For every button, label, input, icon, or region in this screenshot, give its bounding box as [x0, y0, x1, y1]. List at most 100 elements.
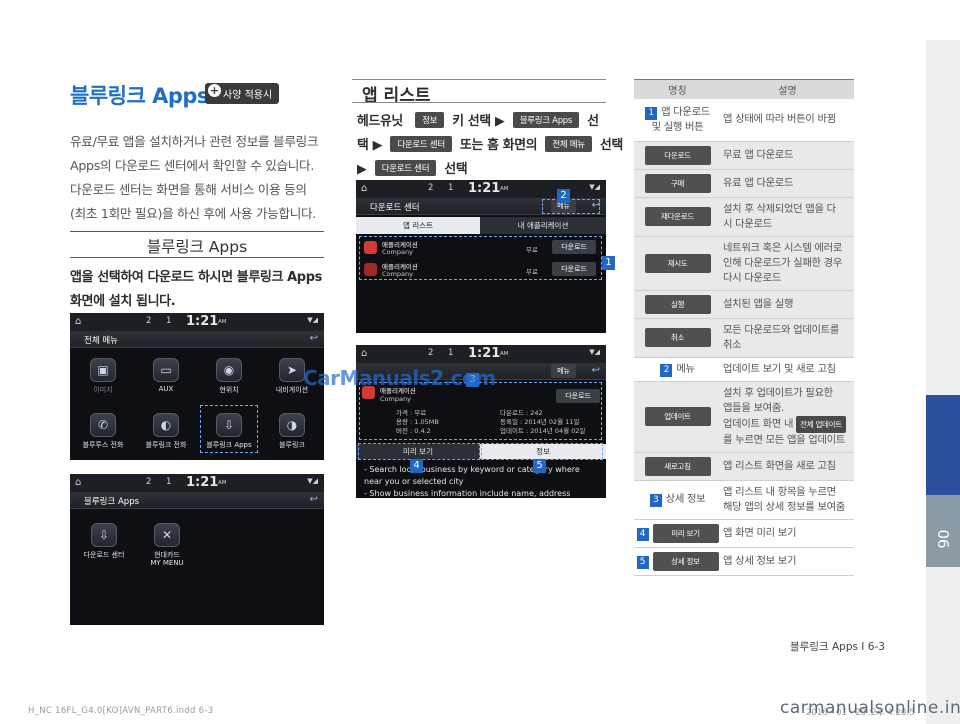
step-text: 헤드유닛 [357, 114, 403, 129]
menubar-title: 다운로드 센터 [370, 203, 420, 213]
row-name-text: 앱 다운로드 [661, 105, 710, 118]
chapter-tab [926, 395, 960, 495]
row-name-text: 상세 정보 [665, 493, 706, 505]
table-row: 5 상세 정보 앱 상세 정보 보기 [634, 547, 854, 576]
step-line-2: 택 ▶ 다운로드 센터 또는 홈 화면의 전체 메뉴 선택 [357, 134, 623, 153]
callout-5-label: 5 [636, 555, 649, 569]
chip-update: 업데이트 [644, 407, 711, 426]
back-icon: ↩ [309, 494, 318, 505]
menu-button[interactable]: 메뉴 [551, 364, 576, 378]
description-line-3: - Show business information include name… [364, 489, 571, 498]
highlight-list [359, 236, 602, 280]
row-desc: 무료 앱 다운로드 [721, 141, 854, 170]
callout-4: 4 [410, 459, 423, 473]
table-row: 2 메뉴 업데이트 보기 및 새로 고침 [634, 357, 854, 382]
row-name: 취소 [634, 318, 721, 358]
menubar-title: 전체 메뉴 [84, 336, 118, 346]
signal-icon: ▼◢ [589, 183, 600, 191]
callout-2-label: 2 [660, 363, 673, 377]
row-name: 3 상세 정보 [634, 480, 721, 520]
table-row: 1앱 다운로드 및 실행 버튼 앱 상태에 따라 버튼이 바뀜 [634, 98, 854, 142]
feature-table: 명칭 설명 1앱 다운로드 및 실행 버튼 앱 상태에 따라 버튼이 바뀜 다운… [634, 79, 854, 576]
section-rule [352, 102, 606, 103]
step-text: ▶ [357, 162, 367, 177]
step-text: 택 ▶ [357, 138, 383, 153]
home-icon: ⌂ [75, 316, 82, 327]
callout-3-label: 3 [649, 494, 662, 507]
step-text: 선택 [444, 162, 468, 177]
description-line-2: near you or selected city [364, 477, 464, 486]
row-desc-line: 모든 다운로드와 업데이트를 [723, 323, 840, 336]
row-name: 4 미리 보기 [634, 519, 721, 548]
row-desc-line: 를 누르면 모든 앱을 업데이트 [723, 433, 845, 446]
row-desc: 앱 리스트 화면을 새로 고침 [721, 452, 854, 481]
side-margin [926, 40, 960, 724]
hyundai-card-icon: ✕ [154, 523, 180, 547]
row-name-text-2: 및 실행 버튼 [651, 120, 704, 133]
instruction-line-1: 앱을 선택하여 다운로드 하시면 블루링크 Apps [70, 270, 322, 285]
table-row: 재시도 네트워크 혹은 시스템 에러로 인해 다운로드가 실패한 경우 다시 다… [634, 236, 854, 291]
bluelink-icon: ◑ [279, 413, 305, 437]
table-row: 새로고침 앱 리스트 화면을 새로 고침 [634, 452, 854, 481]
header-name: 명칭 [634, 79, 721, 99]
chip-bluelink-apps: 블루링크 Apps [512, 112, 580, 128]
clock-am: AM [500, 351, 509, 357]
app-label-location: 현위치 [219, 386, 239, 394]
intro-line-1: 유료/무료 앱을 설치하거나 관련 정보를 블루링크 [70, 134, 319, 149]
chip-run: 실행 [644, 294, 711, 314]
app-label-aux: AUX [158, 385, 174, 393]
app-label-bl-phone: 블루링크 전화 [145, 441, 187, 449]
callout-1-label: 1 [645, 106, 658, 120]
chip-preview: 미리 보기 [652, 523, 719, 543]
row-desc: 모든 다운로드와 업데이트를 취소 [721, 318, 854, 358]
status-1: 1 [166, 316, 172, 326]
bluelink-apps-screenshot: ⌂ 2 1 1:21 AM ▼◢ 블루링크 Apps ↩ ⇩ 다운로드 센터 ✕… [70, 474, 324, 625]
row-desc: 설치된 앱을 실행 [721, 290, 854, 319]
tab-my-applications[interactable]: 내 애플리케이션 [480, 217, 606, 234]
callout-1: 1 [602, 256, 615, 270]
step-text: 선택 [599, 138, 623, 153]
status-1: 1 [448, 183, 454, 193]
all-menu-screenshot: ⌂ 2 1 1:21 AM ▼◢ 전체 메뉴 ↩ ▣ 이미지 ▭ AUX ◉ 현… [70, 313, 324, 460]
chip-detail-info: 상세 정보 [652, 551, 719, 571]
back-icon[interactable]: ↩ [592, 365, 600, 376]
row-desc: 유료 앱 다운로드 [721, 169, 854, 198]
highlight-info [481, 443, 603, 460]
row-name: 실행 [634, 290, 721, 319]
clock: 1:21 [186, 314, 219, 329]
subtitle: 블루링크 Apps [146, 238, 248, 256]
row-desc: 앱 상태에 따라 버튼이 바뀜 [721, 98, 854, 142]
app-label-bluelink: 블루링크 [279, 441, 305, 449]
app-label-image: 이미지 [93, 386, 113, 394]
aux-icon: ▭ [153, 358, 179, 382]
highlight-detail [359, 382, 602, 440]
row-name: 재시도 [634, 236, 721, 291]
home-icon: ⌂ [75, 477, 82, 488]
signal-icon: ▼◢ [307, 316, 318, 324]
menubar-title: 블루링크 Apps [84, 497, 140, 507]
row-desc: 네트워크 혹은 시스템 에러로 인해 다운로드가 실패한 경우 다시 다운로드 [721, 236, 854, 291]
header-desc: 설명 [721, 79, 854, 99]
step-text: 또는 홈 화면의 [460, 138, 538, 153]
status-2: 2 [146, 477, 152, 487]
clock: 1:21 [468, 181, 501, 196]
row-desc: 설치 후 삭제되었던 앱을 다 시 다운로드 [721, 197, 854, 237]
instruction-line-2: 화면에 설치 됩니다. [70, 294, 176, 309]
row-name: 구매 [634, 169, 721, 198]
table-row: 실행 설치된 앱을 실행 [634, 290, 854, 319]
location-icon: ◉ [216, 358, 242, 382]
clock-am: AM [500, 186, 509, 192]
row-desc-line: 설치 후 업데이트가 필요한 [723, 386, 833, 399]
description-line-1: - Search local business by keyword or ca… [364, 465, 580, 474]
clock: 1:21 [468, 346, 501, 361]
table-row: 다운로드 무료 앱 다운로드 [634, 141, 854, 170]
row-desc: 설치 후 업데이트가 필요한 앱들을 보여줌. 업데이트 화면 내 전체 업데이… [721, 381, 854, 453]
highlight-bluelink-apps [200, 405, 258, 453]
menubar: 전체 메뉴 ↩ [70, 331, 324, 348]
status-1: 1 [166, 477, 172, 487]
back-icon: ↩ [309, 333, 318, 344]
row-name: 1앱 다운로드 및 실행 버튼 [634, 98, 721, 142]
tab-app-list[interactable]: 앱 리스트 [356, 217, 480, 234]
row-desc: 앱 상세 정보 보기 [721, 547, 854, 576]
status-1: 1 [448, 348, 454, 358]
